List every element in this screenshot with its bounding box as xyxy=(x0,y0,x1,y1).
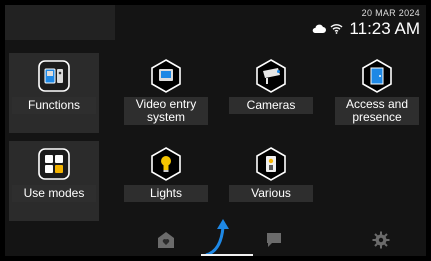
switch-icon xyxy=(254,147,288,181)
home-icon[interactable] xyxy=(157,231,175,249)
menu-item-use-modes[interactable]: Use modes xyxy=(9,141,99,221)
grid-icon xyxy=(37,147,71,181)
menu-item-label: Functions xyxy=(12,97,96,114)
menu-item-label: Lights xyxy=(124,185,208,202)
bulb-icon xyxy=(149,147,183,181)
menu-item-label: Use modes xyxy=(12,185,96,202)
menu-item-label: Video entry system xyxy=(124,97,208,125)
status-bar: 20 MAR 2024 11:23 AM xyxy=(312,7,420,39)
menu-item-lights[interactable]: Lights xyxy=(121,141,211,221)
home-screen: 20 MAR 2024 11:23 AM Functions Video ent… xyxy=(5,5,426,256)
date-text: 20 MAR 2024 xyxy=(361,8,420,18)
header-panel xyxy=(5,5,115,40)
cloud-icon xyxy=(312,21,327,39)
bottom-nav xyxy=(5,219,426,256)
menu-item-cameras[interactable]: Cameras xyxy=(226,53,316,133)
swipe-up-icon[interactable] xyxy=(203,217,233,256)
menu-item-functions[interactable]: Functions xyxy=(9,53,99,133)
clock: 20 MAR 2024 11:23 AM xyxy=(349,8,420,38)
monitor-icon xyxy=(149,59,183,93)
door-icon xyxy=(360,59,394,93)
time-text: 11:23 AM xyxy=(349,19,420,38)
menu-item-label: Cameras xyxy=(229,97,313,114)
home-indicator[interactable] xyxy=(201,254,253,256)
wifi-icon xyxy=(330,21,343,39)
settings-icon[interactable] xyxy=(372,231,390,249)
camera-icon xyxy=(254,59,288,93)
menu-item-access-and-presence[interactable]: Access and presence xyxy=(332,53,422,133)
menu-item-label: Access and presence xyxy=(335,97,419,125)
menu-item-various[interactable]: Various xyxy=(226,141,316,221)
chat-icon[interactable] xyxy=(265,231,283,249)
menu-item-video-entry-system[interactable]: Video entry system xyxy=(121,53,211,133)
menu-item-label: Various xyxy=(229,185,313,202)
intercom-icon xyxy=(37,59,71,93)
